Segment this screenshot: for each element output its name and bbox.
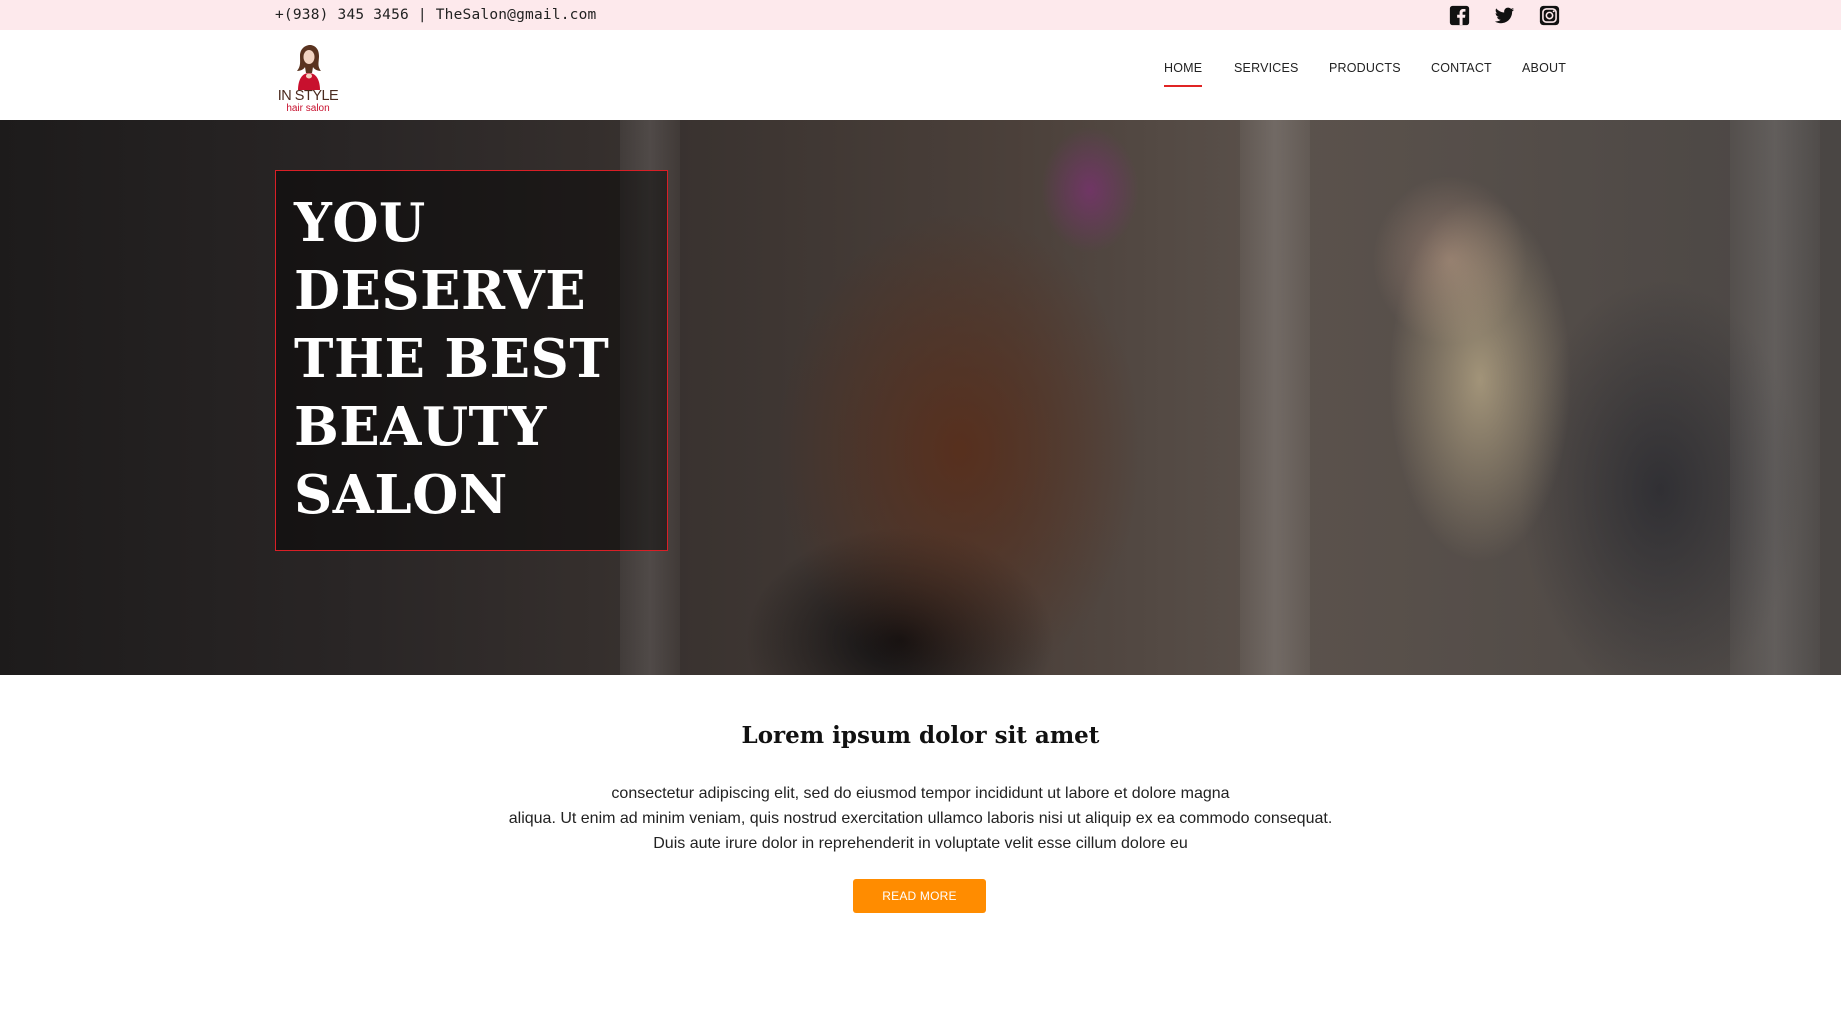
intro-text-line: Duis aute irure dolor in reprehenderit i… (653, 835, 1188, 852)
contact-info: +(938) 345 3456 | TheSalon@gmail.com (275, 7, 597, 23)
intro-text-line: aliqua. Ut enim ad minim veniam, quis no… (508, 810, 1333, 827)
background-window (1240, 120, 1310, 675)
nav-about[interactable]: ABOUT (1522, 61, 1566, 75)
instagram-icon[interactable] (1539, 5, 1560, 26)
site-header: IN STYLE hair salon HOME SERVICES PRODUC… (0, 30, 1841, 120)
headline-line: THE BEST (294, 328, 610, 390)
headline-line: BEAUTY (294, 396, 547, 458)
headline-line: YOU (294, 192, 426, 254)
salon-logo[interactable]: IN STYLE hair salon (276, 44, 340, 116)
hero-headline-box: YOU DESERVE THE BEST BEAUTY SALON (275, 170, 668, 551)
headline-line: DESERVE (294, 260, 587, 322)
read-more-button[interactable]: READ MORE (853, 879, 986, 913)
nav-contact[interactable]: CONTACT (1431, 61, 1492, 75)
section-title: Lorem ipsum dolor sit amet (741, 722, 1100, 749)
headline-line: SALON (294, 464, 508, 526)
woman-silhouette-icon (297, 45, 321, 90)
twitter-icon[interactable] (1494, 5, 1515, 26)
hero-headline: YOU DESERVE THE BEST BEAUTY SALON (294, 189, 654, 529)
nav-products[interactable]: PRODUCTS (1329, 61, 1401, 75)
intro-text-line: consectetur adipiscing elit, sed do eius… (611, 785, 1230, 802)
top-contact-bar: +(938) 345 3456 | TheSalon@gmail.com (0, 0, 1841, 30)
nav-home[interactable]: HOME (1164, 61, 1203, 87)
logo-subtitle: hair salon (286, 103, 330, 114)
nav-services[interactable]: SERVICES (1234, 61, 1299, 75)
background-window (1730, 120, 1820, 675)
logo-title: IN STYLE (277, 88, 339, 104)
facebook-icon[interactable] (1449, 5, 1470, 26)
